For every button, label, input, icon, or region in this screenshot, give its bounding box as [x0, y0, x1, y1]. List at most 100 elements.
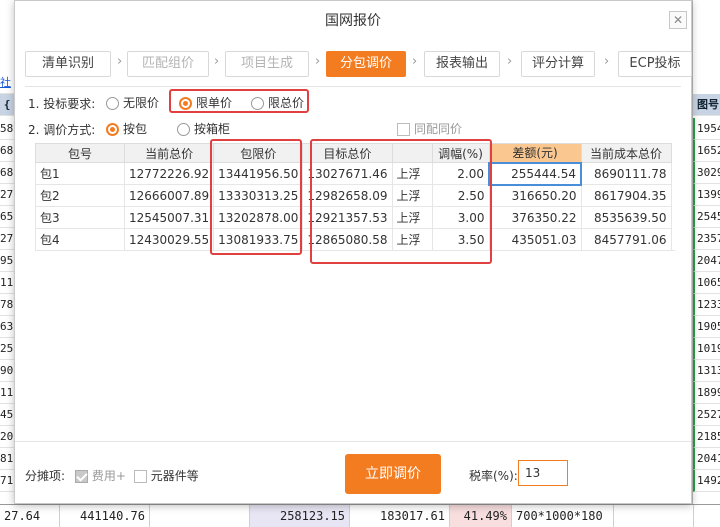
chevron-right-icon: ›: [604, 54, 610, 69]
radio-icon: [106, 97, 119, 110]
col-header-package-no[interactable]: 包号: [35, 143, 125, 163]
checkbox-icon: [133, 470, 147, 483]
step-project-generation[interactable]: 项目生成: [225, 51, 309, 77]
package-adjust-table: 包号 当前总价 包限价 目标总价 调幅(%) 差额(元) 当前成本总价 包1 1…: [35, 143, 672, 251]
sheet-cell: [150, 505, 250, 527]
col-header-package-limit[interactable]: 包限价: [213, 143, 304, 163]
dialog-titlebar[interactable]: 国网报价 ✕: [15, 1, 691, 37]
table-row[interactable]: 包1 12772226.92 13441956.50 13027671.46 上…: [35, 161, 672, 186]
cell-current-total: 12772226.92: [123, 162, 215, 185]
bid-requirement-label: 1. 投标要求:: [28, 97, 96, 111]
sheet-cell: 81: [0, 448, 14, 470]
cell-current-total: 12545007.31: [123, 206, 215, 229]
sheet-cell: 65: [0, 206, 14, 228]
step-package-adjust[interactable]: 分包调价: [326, 51, 406, 77]
sheet-cell: 95: [0, 250, 14, 272]
radio-icon: [106, 123, 119, 136]
radio-by-package[interactable]: 按包: [106, 120, 147, 138]
fee-checkbox[interactable]: 费用+: [74, 469, 130, 483]
cell-current-total: 12430029.55: [123, 228, 215, 251]
component-checkbox[interactable]: 元器件等: [133, 469, 199, 483]
sheet-cell: 258123.15: [250, 505, 350, 527]
col-header-direction[interactable]: [391, 143, 433, 163]
same-match-same-price-checkbox[interactable]: 同配同价: [397, 120, 462, 138]
cell-current-cost-total: 8535639.50: [580, 206, 672, 229]
cell-target-total[interactable]: 12865080.58: [302, 228, 393, 251]
table-row[interactable]: 包2 12666007.89 13330313.25 12982658.09 上…: [35, 184, 672, 207]
step-list-recognition[interactable]: 清单识别: [25, 51, 111, 77]
sheet-cell: 41.49%: [450, 505, 512, 527]
sheet-cell: 2527: [693, 404, 720, 426]
radio-by-cabinet[interactable]: 按箱柜: [177, 120, 230, 138]
cell-package-no: 包4: [35, 228, 125, 251]
col-header-current-cost-total[interactable]: 当前成本总价: [580, 143, 672, 163]
table-row[interactable]: 包3 12545007.31 13202878.00 12921357.53 上…: [35, 206, 672, 229]
table-row[interactable]: 包4 12430029.55 13081933.75 12865080.58 上…: [35, 228, 672, 251]
radio-unit-price-limit[interactable]: 限单价: [179, 94, 232, 112]
step-ecp-bid[interactable]: ECP投标: [618, 51, 692, 77]
sheet-header-drawing-no: 图号: [693, 94, 720, 116]
radio-icon: [251, 97, 264, 110]
cell-difference[interactable]: 255444.54: [488, 161, 583, 186]
cell-difference[interactable]: 316650.20: [488, 184, 582, 207]
sheet-cell: 1065: [693, 272, 720, 294]
allocation-label: 分摊项:: [25, 469, 66, 483]
close-button[interactable]: ✕: [669, 11, 687, 29]
sheet-cell: 27: [0, 184, 14, 206]
step-report-output[interactable]: 报表输出: [424, 51, 500, 77]
cell-current-cost-total: 8617904.35: [580, 184, 672, 207]
sheet-cell: 1492: [693, 470, 720, 492]
radio-icon: [179, 97, 192, 110]
step-score-calc[interactable]: 评分计算: [521, 51, 595, 77]
adjust-now-button[interactable]: 立即调价: [345, 454, 441, 494]
sheet-cell: 1905: [693, 316, 720, 338]
chevron-right-icon: ›: [507, 54, 513, 69]
cell-adjust-rate[interactable]: 2.50: [431, 184, 490, 207]
cell-direction[interactable]: 上浮: [391, 162, 433, 185]
cell-direction[interactable]: 上浮: [391, 206, 433, 229]
sheet-cell: 20: [0, 426, 14, 448]
sheet-cell: 3029: [693, 162, 720, 184]
sheet-cell: 1652: [693, 140, 720, 162]
tax-rate-input[interactable]: [518, 460, 568, 486]
checkbox-icon: [397, 123, 410, 136]
col-header-difference[interactable]: 差额(元): [488, 143, 582, 163]
cell-package-limit[interactable]: 13441956.50: [213, 162, 304, 185]
sheet-cell: 700*1000*180: [512, 505, 614, 527]
sheet-cell: 2047: [693, 250, 720, 272]
table-header-row: 包号 当前总价 包限价 目标总价 调幅(%) 差额(元) 当前成本总价: [35, 143, 672, 163]
cell-direction[interactable]: 上浮: [391, 228, 433, 251]
chevron-right-icon: ›: [412, 54, 418, 69]
sheet-cell: 1954: [693, 118, 720, 140]
col-header-target-total[interactable]: 目标总价: [302, 143, 393, 163]
col-header-adjust-rate[interactable]: 调幅(%): [431, 143, 490, 163]
sheet-cell: 45: [0, 404, 14, 426]
close-icon: ✕: [672, 13, 684, 27]
cell-target-total[interactable]: 13027671.46: [302, 162, 393, 185]
checkbox-checked-icon: [74, 470, 88, 483]
sheet-cell: [614, 505, 694, 527]
background-sheet-bottom-row: 27.64 441140.76 258123.15 183017.61 41.4…: [0, 504, 720, 527]
radio-no-limit[interactable]: 无限价: [106, 94, 159, 112]
cell-adjust-rate[interactable]: 2.00: [431, 162, 490, 185]
cell-adjust-rate[interactable]: 3.50: [431, 228, 490, 251]
cell-adjust-rate[interactable]: 3.00: [431, 206, 490, 229]
radio-icon: [177, 123, 190, 136]
cell-direction[interactable]: 上浮: [391, 184, 433, 207]
allocation-row: 分摊项: 费用+ 元器件等: [25, 467, 199, 485]
cell-package-limit[interactable]: 13330313.25: [213, 184, 304, 207]
sheet-cell: 25: [0, 338, 14, 360]
cell-target-total[interactable]: 12982658.09: [302, 184, 393, 207]
cell-difference[interactable]: 435051.03: [488, 228, 582, 251]
dialog-title: 国网报价: [325, 13, 381, 29]
adjust-method-label: 2. 调价方式:: [28, 123, 96, 137]
cell-difference[interactable]: 376350.22: [488, 206, 582, 229]
cell-package-limit[interactable]: 13202878.00: [213, 206, 304, 229]
step-match-pricing[interactable]: 匹配组价: [127, 51, 209, 77]
sheet-link[interactable]: 社: [0, 72, 14, 94]
cell-package-limit[interactable]: 13081933.75: [213, 228, 304, 251]
radio-total-price-limit[interactable]: 限总价: [251, 94, 304, 112]
cell-target-total[interactable]: 12921357.53: [302, 206, 393, 229]
cell-current-cost-total: 8457791.06: [580, 228, 672, 251]
col-header-current-total[interactable]: 当前总价: [123, 143, 215, 163]
